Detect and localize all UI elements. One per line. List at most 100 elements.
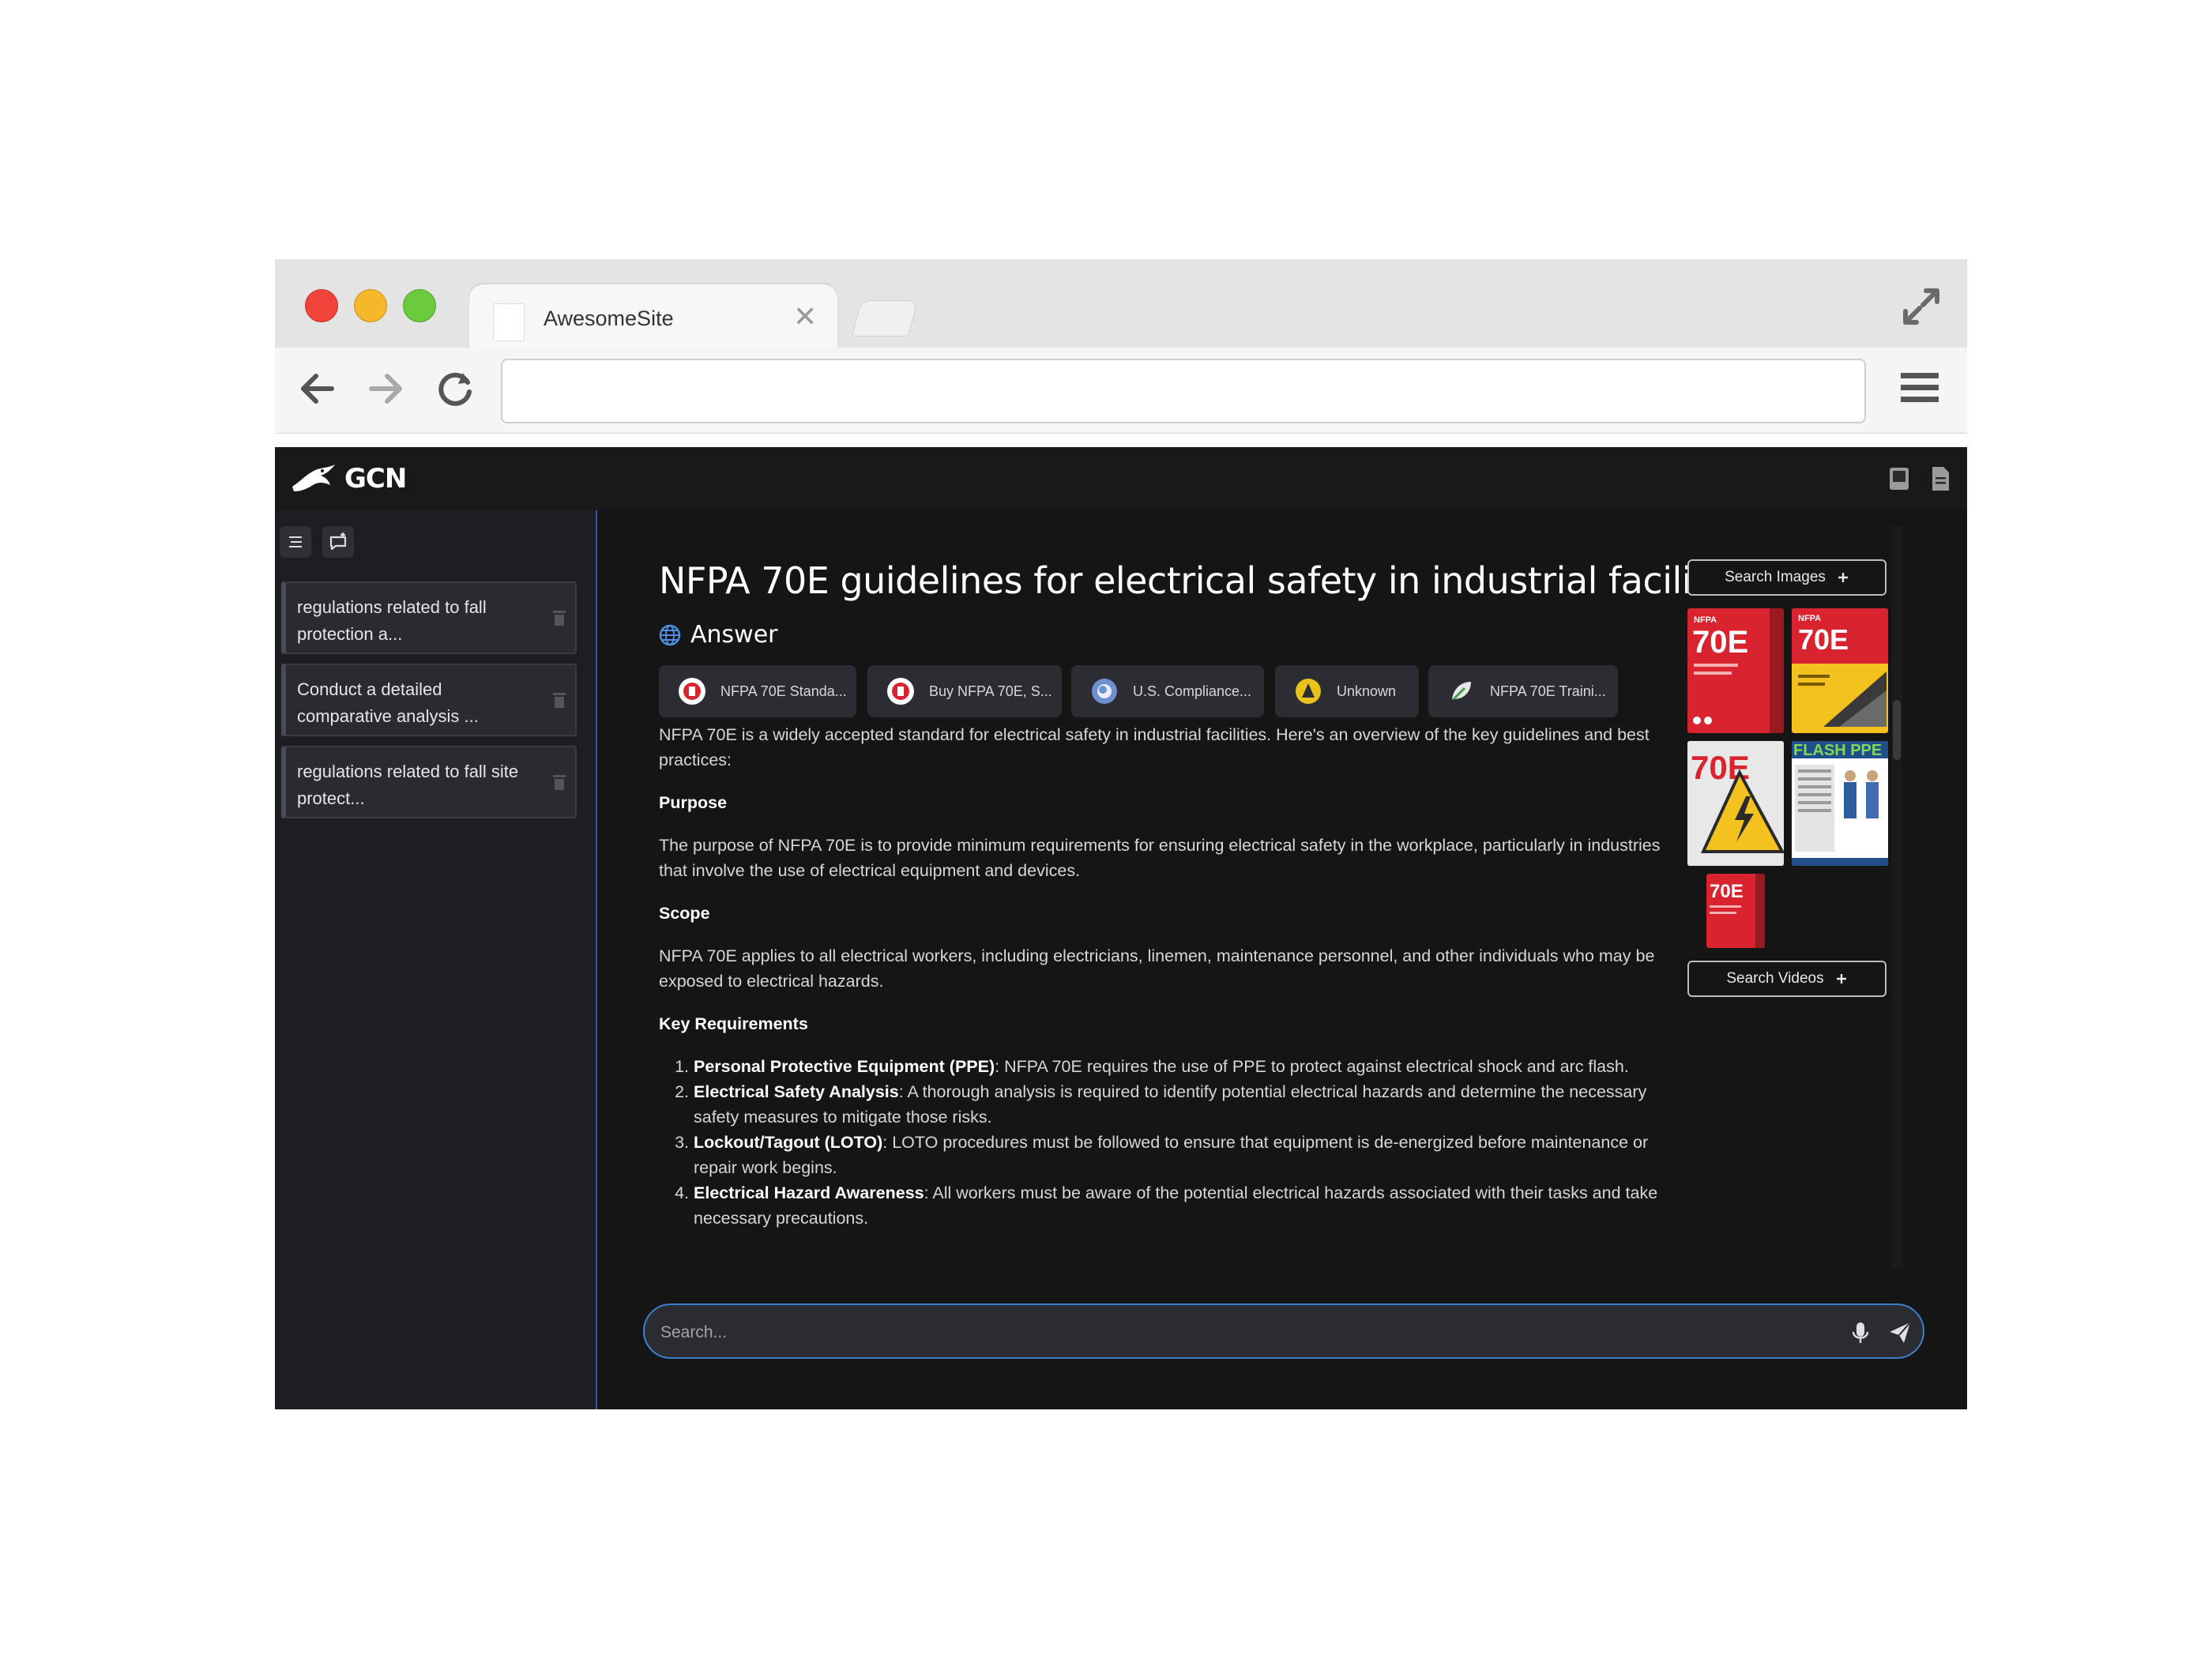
image-thumbnail[interactable]: NFPA 70E [1792, 608, 1888, 733]
source-label: Unknown [1337, 683, 1397, 699]
trash-icon[interactable] [551, 608, 567, 627]
plus-icon [1838, 573, 1848, 582]
document-icon[interactable] [1929, 465, 1951, 493]
app-viewport: GCN regulations related to fall protecti… [275, 447, 1967, 1409]
trash-icon[interactable] [551, 773, 567, 792]
browser-toolbar [275, 348, 1967, 434]
maximize-window-button[interactable] [403, 289, 436, 322]
yellow-logo-icon [1296, 679, 1321, 704]
list-item: Lockout/Tagout (LOTO): LOTO procedures m… [694, 1130, 1678, 1180]
chat-history-item[interactable]: Conduct a detailed comparative analysis … [281, 664, 577, 736]
trash-icon[interactable] [551, 690, 567, 709]
page-favicon-icon [493, 303, 525, 341]
requirements-list: Personal Protective Equipment (PPE): NFP… [659, 1054, 1678, 1231]
globe-icon [1092, 679, 1117, 704]
answer-body: NFPA 70E is a widely accepted standard f… [659, 722, 1678, 1231]
globe-icon [659, 624, 681, 645]
purpose-heading: Purpose [659, 793, 728, 812]
list-icon [289, 536, 302, 547]
reload-icon[interactable] [431, 365, 479, 412]
chat-history-label: regulations related to fall site protect… [297, 762, 519, 808]
nfpa-logo-icon [887, 678, 914, 705]
svg-text:70E: 70E [1692, 625, 1748, 660]
browser-window: AwesomeSite ✕ GCN regulations related to… [275, 259, 1967, 1409]
source-chip[interactable]: NFPA 70E Standa... [659, 665, 856, 717]
intro-paragraph: NFPA 70E is a widely accepted standard f… [659, 725, 1650, 769]
search-images-label: Search Images [1725, 569, 1826, 585]
source-label: NFPA 70E Standa... [720, 683, 847, 699]
requirement-title: Electrical Safety Analysis [694, 1082, 899, 1101]
chat-history-label: regulations related to fall protection a… [297, 597, 487, 644]
back-arrow-icon[interactable] [294, 365, 341, 412]
image-thumbnail[interactable]: NFPA 70E [1687, 608, 1784, 733]
scope-paragraph: NFPA 70E applies to all electrical worke… [659, 946, 1655, 991]
svg-text:NFPA: NFPA [1694, 615, 1717, 625]
source-label: Buy NFPA 70E, S... [929, 683, 1052, 699]
nfpa-logo-icon [679, 678, 705, 705]
requirement-title: Lockout/Tagout (LOTO) [694, 1133, 883, 1152]
source-chip[interactable]: Unknown [1275, 665, 1419, 717]
browser-tab[interactable]: AwesomeSite ✕ [469, 284, 837, 349]
requirement-title: Electrical Hazard Awareness [694, 1183, 924, 1202]
source-chip[interactable]: NFPA 70E Traini... [1428, 665, 1618, 717]
source-chip[interactable]: U.S. Compliance... [1071, 665, 1264, 717]
svg-text:70E: 70E [1710, 881, 1744, 902]
answer-label: Answer [690, 621, 778, 649]
answer-header: Answer [659, 621, 778, 649]
svg-text:FLASH PPE: FLASH PPE [1793, 742, 1882, 759]
image-thumbnail[interactable]: FLASH PPE [1792, 741, 1888, 866]
image-thumbnail[interactable]: 70E [1706, 874, 1765, 948]
purpose-paragraph: The purpose of NFPA 70E is to provide mi… [659, 836, 1661, 880]
new-chat-button[interactable] [322, 526, 354, 558]
scroll-track [1891, 526, 1902, 1269]
scope-heading: Scope [659, 904, 710, 923]
image-thumbnail[interactable]: 70E [1687, 741, 1784, 866]
ppe-chart-icon: FLASH PPE [1792, 741, 1888, 866]
sidebar: regulations related to fall protection a… [275, 510, 597, 1409]
book-cover-icon: 70E [1710, 874, 1765, 948]
chat-history-item[interactable]: regulations related to fall protection a… [281, 581, 577, 654]
requirement-text: : NFPA 70E requires the use of PPE to pr… [995, 1057, 1629, 1076]
search-images-button[interactable]: Search Images [1687, 559, 1887, 596]
list-item: Personal Protective Equipment (PPE): NFP… [694, 1054, 1678, 1079]
brand-logo[interactable]: GCN [291, 458, 407, 499]
svg-text:NFPA: NFPA [1798, 614, 1821, 623]
chat-history-label: Conduct a detailed comparative analysis … [297, 679, 479, 726]
new-tab-button[interactable] [851, 300, 919, 337]
forward-arrow-icon[interactable] [362, 365, 409, 412]
brand-name: GCN [344, 463, 407, 495]
requirement-title: Personal Protective Equipment (PPE) [694, 1057, 995, 1076]
svg-text:70E: 70E [1798, 623, 1849, 656]
address-bar[interactable] [501, 359, 1866, 423]
fullscreen-icon[interactable] [1899, 284, 1943, 329]
new-chat-icon [329, 532, 347, 551]
source-label: NFPA 70E Traini... [1490, 683, 1606, 699]
send-icon[interactable] [1888, 1321, 1912, 1345]
source-chip[interactable]: Buy NFPA 70E, S... [867, 665, 1062, 717]
scrollbar-thumb[interactable] [1893, 700, 1901, 760]
book-cover-icon: 70E [1687, 741, 1784, 866]
plus-icon [1836, 974, 1846, 984]
book-icon[interactable] [1888, 465, 1910, 493]
minimize-window-button[interactable] [354, 289, 387, 322]
eagle-logo-icon [292, 465, 335, 491]
tab-close-icon[interactable]: ✕ [793, 300, 817, 333]
browser-menu-icon[interactable] [1898, 368, 1942, 408]
search-videos-button[interactable]: Search Videos [1687, 961, 1887, 997]
list-item: Electrical Hazard Awareness: All workers… [694, 1180, 1678, 1231]
close-window-button[interactable] [305, 289, 338, 322]
app-header: GCN [275, 447, 1967, 510]
source-label: U.S. Compliance... [1133, 683, 1252, 699]
chat-history-item[interactable]: regulations related to fall site protect… [281, 746, 577, 818]
list-item: Electrical Safety Analysis: A thorough a… [694, 1079, 1678, 1130]
book-cover-icon: NFPA 70E [1692, 608, 1784, 733]
main-content: NFPA 70E guidelines for electrical safet… [597, 510, 1967, 1409]
search-videos-label: Search Videos [1726, 970, 1824, 987]
toggle-sidebar-button[interactable] [280, 526, 311, 558]
tab-title: AwesomeSite [544, 307, 674, 330]
leaf-icon [1452, 682, 1471, 701]
search-bar [643, 1304, 1924, 1359]
microphone-icon[interactable] [1850, 1321, 1871, 1345]
book-cover-icon: NFPA 70E [1792, 608, 1888, 727]
search-input[interactable] [659, 1316, 1831, 1349]
